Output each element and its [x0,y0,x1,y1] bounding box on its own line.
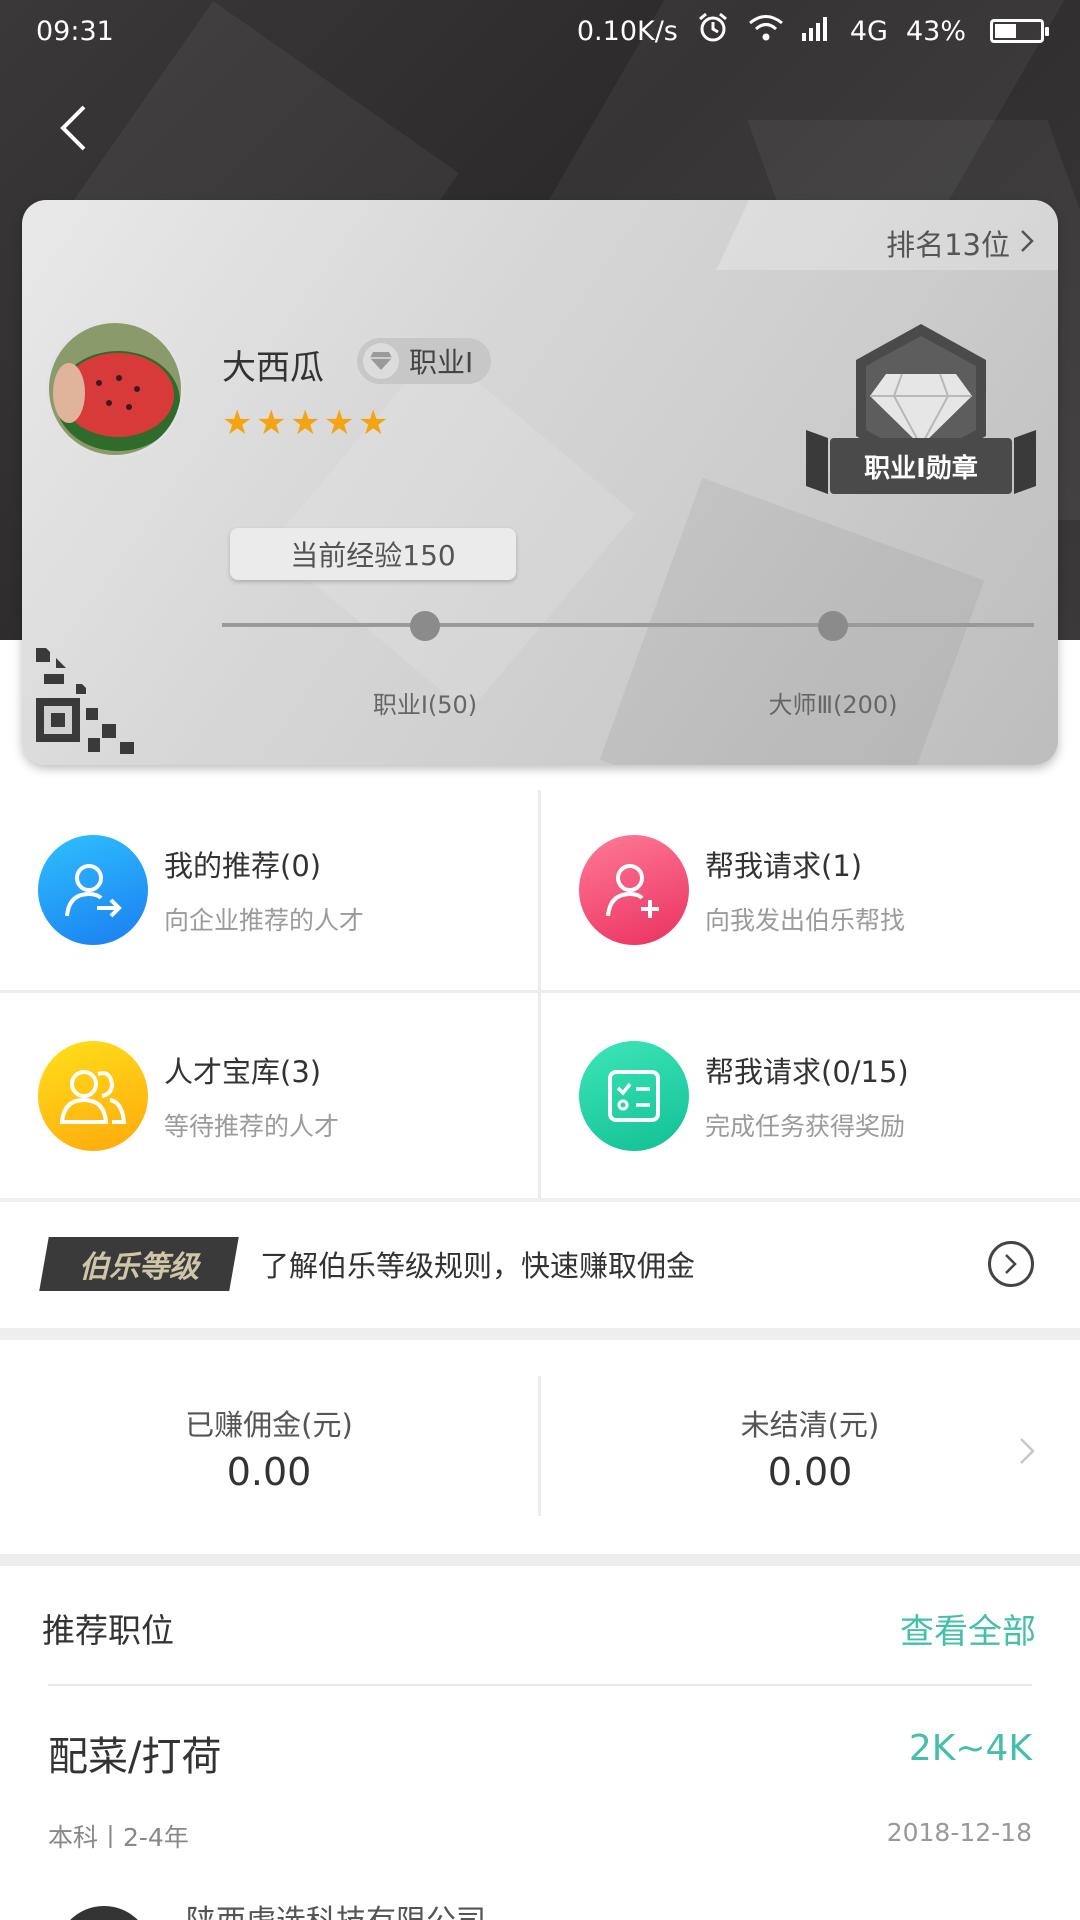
job-date: 2018-12-18 [886,1818,1032,1847]
grid-item-title: 帮我请求(1) [705,849,863,883]
view-all-link[interactable]: 查看全部 [900,1604,1036,1653]
grid-item-help-request[interactable]: 帮我请求(1) 向我发出伯乐帮找 [541,790,1079,990]
profile-card: 排名13位 大西瓜 职业Ⅰ ★ ★ ★ ★ ★ 职业Ⅰ勋章 当前经验150 职业… [22,200,1058,765]
level-tag: 伯乐等级 [39,1237,239,1291]
milestone-dot [410,611,440,641]
net-speed: 0.10K/s [576,15,678,47]
battery-percent: 43% [905,15,966,47]
status-bar: 09:31 0.10K/s 4G 43% [0,0,1080,62]
users-icon [38,1041,148,1151]
grid-item-title: 我的推荐(0) [164,849,322,883]
diamond-icon [363,343,399,379]
level-tag-label: 伯乐等级 [79,1250,199,1285]
earned-commission[interactable]: 已赚佣金(元) 0.00 [0,1340,538,1520]
grid-item-subtitle: 完成任务获得奖励 [705,1112,906,1141]
checklist-icon [579,1041,689,1151]
rank-text: 排名13位 [886,228,1010,262]
star-icon: ★ [290,403,321,443]
battery-icon [990,19,1049,43]
alarm-icon [696,11,730,52]
chevron-left-icon [58,104,88,156]
battery-fill [995,24,1016,38]
user-plus-icon [579,835,689,945]
star-icon: ★ [222,403,253,443]
star-icon: ★ [324,403,355,443]
star-icon: ★ [256,403,287,443]
recommend-header: 推荐职位 查看全部 [0,1568,1080,1688]
earned-value: 0.00 [226,1450,312,1494]
grid-item-title: 人才宝库(3) [164,1055,322,1089]
back-button[interactable] [48,100,98,160]
milestone-dot [818,611,848,641]
network-type: 4G [849,15,888,47]
chevron-right-icon [1020,226,1034,260]
qr-code-icon[interactable] [36,638,156,758]
grid-item-talent-pool[interactable]: 人才宝库(3) 等待推荐的人才 [0,996,538,1196]
level-chip-label: 职业Ⅰ [409,346,474,379]
milestone-label: 职业Ⅰ(50) [372,691,478,719]
user-arrow-icon [38,835,148,945]
signal-icon [801,15,832,48]
level-chip: 职业Ⅰ [357,338,492,384]
pending-value: 0.00 [767,1450,853,1494]
chevron-right-icon[interactable] [1018,1436,1036,1470]
grid-item-subtitle: 向企业推荐的人才 [164,906,365,935]
level-banner-text: 了解伯乐等级规则，快速赚取佣金 [260,1249,696,1283]
grid-item-title: 帮我请求(0/15) [705,1055,909,1089]
list-divider [48,1684,1032,1686]
status-time: 09:31 [36,15,114,47]
grid-item-subtitle: 向我发出伯乐帮找 [705,906,906,935]
earned-label: 已赚佣金(元) [185,1408,353,1442]
pending-label: 未结清(元) [740,1408,880,1442]
milestone-label: 大师Ⅲ(200) [768,691,898,719]
wifi-icon [748,14,784,49]
section-divider [0,1328,1080,1340]
job-requirements: 本科丨2-4年 [48,1823,189,1852]
exp-progress-track [222,623,1034,627]
user-name: 大西瓜 [222,348,324,388]
current-exp: 当前经验150 [230,528,516,580]
circle-arrow-right-icon[interactable] [988,1241,1034,1287]
recommend-title: 推荐职位 [42,1611,174,1650]
badge-label: 职业Ⅰ勋章 [830,438,1012,494]
job-salary: 2K~4K [908,1728,1032,1769]
pending-commission[interactable]: 未结清(元) 0.00 [541,1340,1079,1520]
level-badge: 职业Ⅰ勋章 [806,318,1036,518]
grid-item-help-task[interactable]: 帮我请求(0/15) 完成任务获得奖励 [541,996,1079,1196]
commission-summary: 已赚佣金(元) 0.00 未结清(元) 0.00 [0,1340,1080,1520]
grid-divider [0,990,1080,993]
avatar[interactable] [46,320,184,458]
rank-link[interactable]: 排名13位 [886,222,1034,264]
job-title: 配菜/打荷 [48,1734,222,1780]
star-icon: ★ [358,403,389,443]
section-divider [0,1554,1080,1566]
company-name: 陕西虐选科技有限公司 [186,1896,486,1920]
feature-grid: 我的推荐(0) 向企业推荐的人才 帮我请求(1) 向我发出伯乐帮找 人才宝库(3… [0,790,1080,1200]
company-logo [56,1906,152,1920]
level-rules-banner[interactable]: 伯乐等级 了解伯乐等级规则，快速赚取佣金 [0,1202,1080,1326]
star-rating: ★ ★ ★ ★ ★ [222,403,389,443]
job-list-item[interactable]: 配菜/打荷 2K~4K 本科丨2-4年 2018-12-18 陕西虐选科技有限公… [0,1700,1080,1920]
grid-item-subtitle: 等待推荐的人才 [164,1112,340,1141]
grid-item-my-recommend[interactable]: 我的推荐(0) 向企业推荐的人才 [0,790,538,990]
